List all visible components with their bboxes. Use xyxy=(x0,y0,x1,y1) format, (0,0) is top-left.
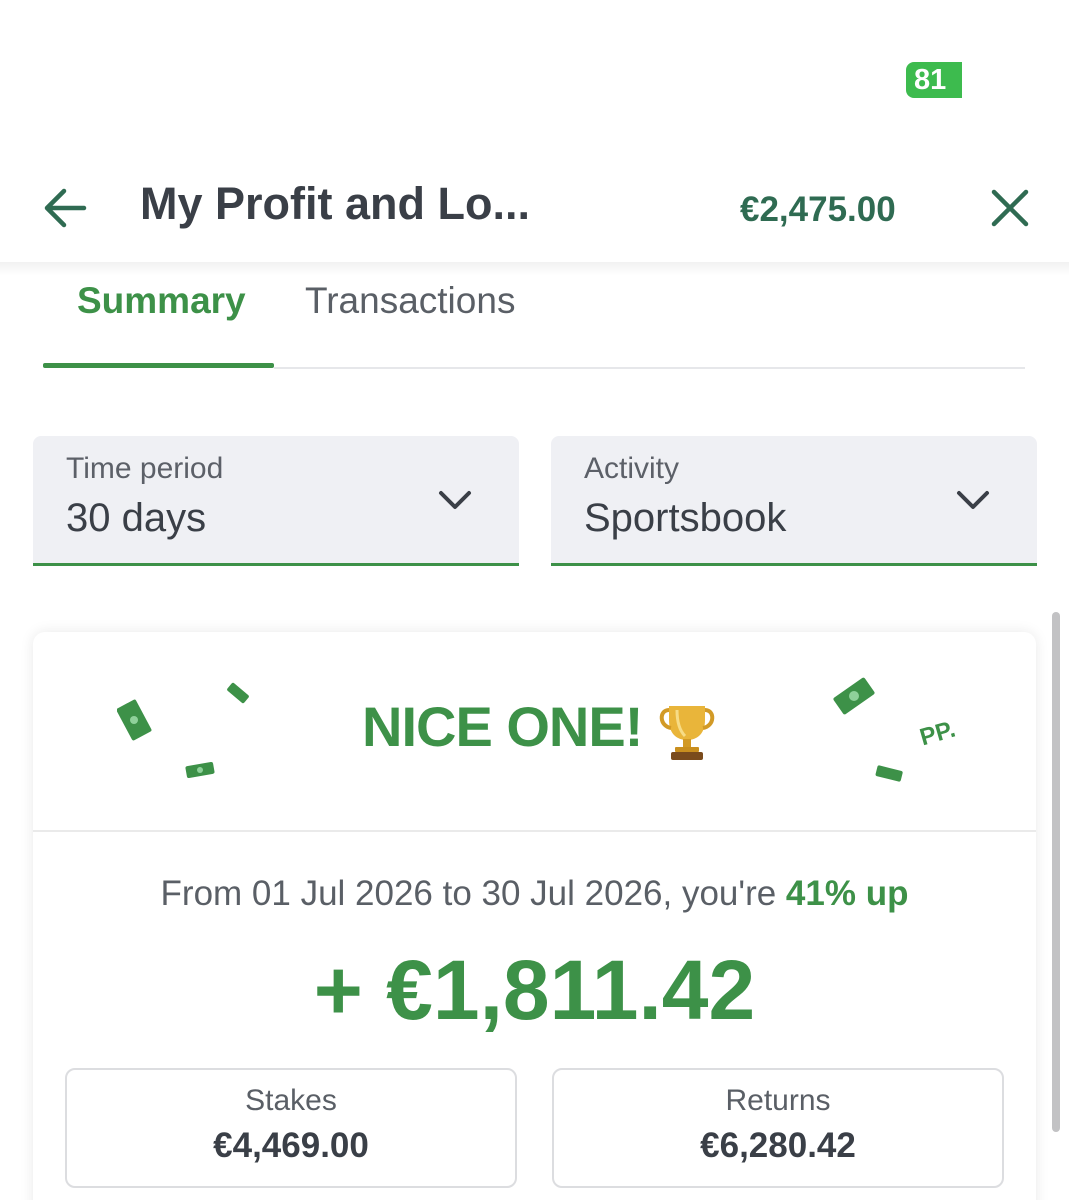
tab-bar: Summary Transactions xyxy=(43,270,1025,370)
app-header: My Profit and Lo... €2,475.00 xyxy=(0,160,1069,260)
battery-indicator: 81 xyxy=(906,62,962,98)
money-bill-icon xyxy=(833,677,875,715)
time-period-label: Time period xyxy=(66,452,224,485)
tab-transactions[interactable]: Transactions xyxy=(305,280,515,322)
period-summary: From 01 Jul 2026 to 30 Jul 2026, you're … xyxy=(33,874,1036,914)
returns-box: Returns €6,280.42 xyxy=(552,1068,1004,1188)
close-icon xyxy=(991,189,1029,227)
vertical-scrollbar[interactable] xyxy=(1052,612,1060,1132)
money-bill-icon xyxy=(227,682,249,704)
trophy-icon xyxy=(659,706,715,760)
money-bill-icon xyxy=(185,761,215,779)
stakes-label: Stakes xyxy=(245,1084,337,1117)
time-period-select[interactable]: Time period 30 days xyxy=(33,436,519,566)
tab-summary[interactable]: Summary xyxy=(77,280,246,322)
profit-amount: + €1,811.42 xyxy=(313,943,756,1037)
page-title: My Profit and Lo... xyxy=(140,178,530,229)
activity-select[interactable]: Activity Sportsbook xyxy=(551,436,1037,566)
period-percentage: 41% up xyxy=(785,874,909,913)
activity-label: Activity xyxy=(584,452,680,485)
tab-bar-divider xyxy=(274,367,1025,369)
stakes-box: Stakes €4,469.00 xyxy=(65,1068,517,1188)
time-period-value: 30 days xyxy=(66,496,207,540)
returns-value: €6,280.42 xyxy=(700,1126,856,1165)
summary-card: NICE ONE! PP. From 01 Jul 2026 to 30 Jul… xyxy=(33,632,1036,1200)
nice-one-heading: NICE ONE! xyxy=(362,695,643,758)
money-bill-icon xyxy=(117,699,152,741)
profit-loss-screen: 81 My Profit and Lo... €2,475.00 Summary… xyxy=(0,0,1069,1200)
arrow-left-icon xyxy=(44,188,87,228)
active-tab-indicator xyxy=(43,363,274,368)
account-balance: €2,475.00 xyxy=(740,190,896,229)
period-summary-text: From 01 Jul 2026 to 30 Jul 2026, you're xyxy=(160,874,786,913)
chevron-down-icon xyxy=(957,491,989,509)
back-button[interactable] xyxy=(40,182,92,234)
close-button[interactable] xyxy=(986,184,1034,232)
activity-value: Sportsbook xyxy=(584,496,787,540)
money-bill-icon xyxy=(875,765,903,782)
returns-label: Returns xyxy=(725,1084,831,1117)
celebration-banner: NICE ONE! PP. xyxy=(33,632,1036,832)
chevron-down-icon xyxy=(439,491,471,509)
brand-tag: PP. xyxy=(916,715,959,752)
stakes-value: €4,469.00 xyxy=(213,1126,369,1165)
